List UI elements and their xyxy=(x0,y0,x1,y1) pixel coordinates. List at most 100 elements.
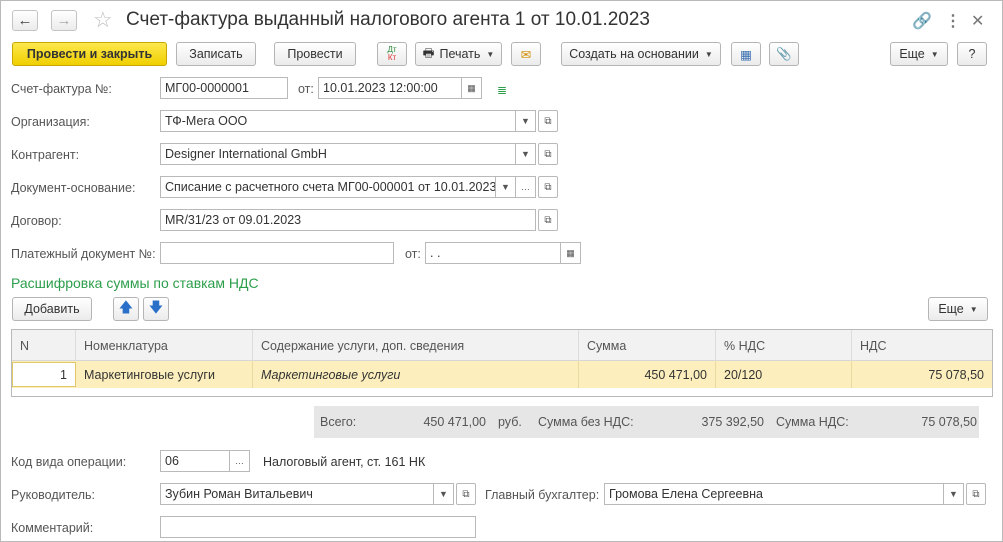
email-button[interactable]: ✉ xyxy=(511,42,541,66)
select-ellipsis-icon[interactable]: … xyxy=(516,176,536,198)
operation-code-description: Налоговый агент, ст. 161 НК xyxy=(263,455,426,469)
payment-document-field[interactable] xyxy=(160,242,394,264)
vat-total-value: 75 078,50 xyxy=(921,415,977,429)
printer-icon: 🖶 xyxy=(422,45,435,60)
contract-label: Договор: xyxy=(11,214,62,228)
more-button[interactable]: Еще ▼ xyxy=(890,42,948,66)
more-label: Еще xyxy=(899,47,925,61)
calendar-icon[interactable]: ▦ xyxy=(462,77,482,99)
open-icon[interactable]: ⧉ xyxy=(456,483,476,505)
vat-cell[interactable]: 75 078,50 xyxy=(852,361,992,388)
open-icon[interactable]: ⧉ xyxy=(538,209,558,231)
organization-field[interactable]: ТФ-Мега ООО xyxy=(160,110,516,132)
add-row-button[interactable]: Добавить xyxy=(12,297,92,321)
arrow-down-icon: 🡇 xyxy=(148,299,164,315)
more-menu-icon[interactable]: ⋮ xyxy=(945,11,961,31)
chief-accountant-label: Главный бухгалтер: xyxy=(485,488,600,502)
select-ellipsis-icon[interactable]: … xyxy=(230,450,250,472)
operation-code-field[interactable]: 06 xyxy=(160,450,230,472)
total-label: Всего: xyxy=(320,415,357,429)
nomenclature-cell[interactable]: Маркетинговые услуги xyxy=(76,361,253,388)
chevron-down-icon[interactable]: ▼ xyxy=(496,176,516,198)
vat-breakdown-title: Расшифровка суммы по ставкам НДС xyxy=(11,275,259,291)
move-down-button[interactable]: 🡇 xyxy=(143,297,169,321)
chevron-down-icon: ▼ xyxy=(930,49,939,59)
chief-accountant-field[interactable]: Громова Елена Сергеевна xyxy=(604,483,944,505)
column-header-nomenclature[interactable]: Номенклатура xyxy=(76,330,253,361)
basis-document-label: Документ-основание: xyxy=(11,181,136,195)
table-header: N Номенклатура Содержание услуги, доп. с… xyxy=(12,330,992,361)
help-button[interactable]: ? xyxy=(957,42,987,66)
move-up-button[interactable]: 🡅 xyxy=(113,297,139,321)
post-and-close-button[interactable]: Провести и закрыть xyxy=(12,42,167,66)
edit-number-icon[interactable]: ≣ xyxy=(497,83,507,97)
window-title: Счет-фактура выданный налогового агента … xyxy=(126,9,651,30)
totals-bar: Всего: 450 471,00 руб. Сумма без НДС: 37… xyxy=(314,406,979,438)
contract-field[interactable]: MR/31/23 от 09.01.2023 xyxy=(160,209,536,231)
arrow-up-icon: 🡅 xyxy=(118,299,134,315)
row-number-cell[interactable]: 1 xyxy=(12,362,76,387)
save-button[interactable]: Записать xyxy=(176,42,256,66)
document-window: ← → ☆ Счет-фактура выданный налогового а… xyxy=(0,0,1003,542)
create-based-label: Создать на основании xyxy=(569,47,699,61)
currency-label: руб. xyxy=(498,415,522,429)
table-row[interactable]: 1 Маркетинговые услуги Маркетинговые усл… xyxy=(12,361,992,388)
envelope-icon: ✉ xyxy=(520,47,532,62)
forward-button[interactable]: → xyxy=(51,10,77,31)
total-value: 450 471,00 xyxy=(423,415,486,429)
invoice-date-field[interactable]: 10.01.2023 12:00:00 xyxy=(318,77,462,99)
chevron-down-icon: ▼ xyxy=(969,304,978,314)
calendar-icon[interactable]: ▦ xyxy=(561,242,581,264)
paperclip-icon: 📎 xyxy=(776,46,792,61)
organization-label: Организация: xyxy=(11,115,90,129)
chevron-down-icon[interactable]: ▼ xyxy=(516,110,536,132)
contractor-label: Контрагент: xyxy=(11,148,80,162)
structure-icon: ▦ xyxy=(740,47,752,62)
head-field[interactable]: Зубин Роман Витальевич xyxy=(160,483,434,505)
chevron-down-icon: ▼ xyxy=(486,49,495,59)
column-header-content[interactable]: Содержание услуги, доп. сведения xyxy=(253,330,579,361)
head-label: Руководитель: xyxy=(11,488,96,502)
print-label: Печать xyxy=(439,47,481,61)
sum-without-vat-label: Сумма без НДС: xyxy=(538,415,634,429)
favorite-star-icon[interactable]: ☆ xyxy=(93,7,113,33)
comment-field[interactable] xyxy=(160,516,476,538)
print-button[interactable]: 🖶 Печать ▼ xyxy=(415,42,502,66)
dt-kt-button[interactable]: Дт Кт xyxy=(377,42,407,66)
invoice-number-field[interactable]: МГ00-0000001 xyxy=(160,77,288,99)
back-button[interactable]: ← xyxy=(12,10,38,31)
dt-kt-icon: Дт Кт xyxy=(387,45,397,62)
sum-cell[interactable]: 450 471,00 xyxy=(579,361,716,388)
post-button[interactable]: Провести xyxy=(274,42,356,66)
payment-date-label: от: xyxy=(405,247,421,261)
close-icon[interactable]: ✕ xyxy=(971,11,984,31)
attach-button[interactable]: 📎 xyxy=(769,42,799,66)
chevron-down-icon[interactable]: ▼ xyxy=(944,483,964,505)
invoice-date-label: от: xyxy=(298,82,314,96)
chevron-down-icon[interactable]: ▼ xyxy=(516,143,536,165)
column-header-n[interactable]: N xyxy=(12,330,76,361)
chevron-down-icon[interactable]: ▼ xyxy=(434,483,454,505)
column-header-vat[interactable]: НДС xyxy=(852,330,992,361)
create-based-on-button[interactable]: Создать на основании ▼ xyxy=(561,42,721,66)
table-more-button[interactable]: Еще ▼ xyxy=(928,297,988,321)
column-header-sum[interactable]: Сумма xyxy=(579,330,716,361)
table-more-label: Еще xyxy=(938,302,964,316)
open-icon[interactable]: ⧉ xyxy=(538,110,558,132)
sum-without-vat-value: 375 392,50 xyxy=(701,415,764,429)
operation-code-label: Код вида операции: xyxy=(11,455,127,469)
content-cell[interactable]: Маркетинговые услуги xyxy=(253,361,579,388)
link-icon[interactable]: 🔗 xyxy=(912,11,932,31)
basis-document-field[interactable]: Списание с расчетного счета МГ00-000001 … xyxy=(160,176,496,198)
structure-button[interactable]: ▦ xyxy=(731,42,761,66)
arrow-right-icon: → xyxy=(56,12,72,29)
open-icon[interactable]: ⧉ xyxy=(538,176,558,198)
column-header-vat-rate[interactable]: % НДС xyxy=(716,330,852,361)
open-icon[interactable]: ⧉ xyxy=(538,143,558,165)
open-icon[interactable]: ⧉ xyxy=(966,483,986,505)
payment-date-field[interactable]: . . xyxy=(425,242,561,264)
contractor-field[interactable]: Designer International GmbH xyxy=(160,143,516,165)
vat-table[interactable]: N Номенклатура Содержание услуги, доп. с… xyxy=(11,329,993,397)
chevron-down-icon: ▼ xyxy=(704,49,713,59)
vat-rate-cell[interactable]: 20/120 xyxy=(716,361,852,388)
